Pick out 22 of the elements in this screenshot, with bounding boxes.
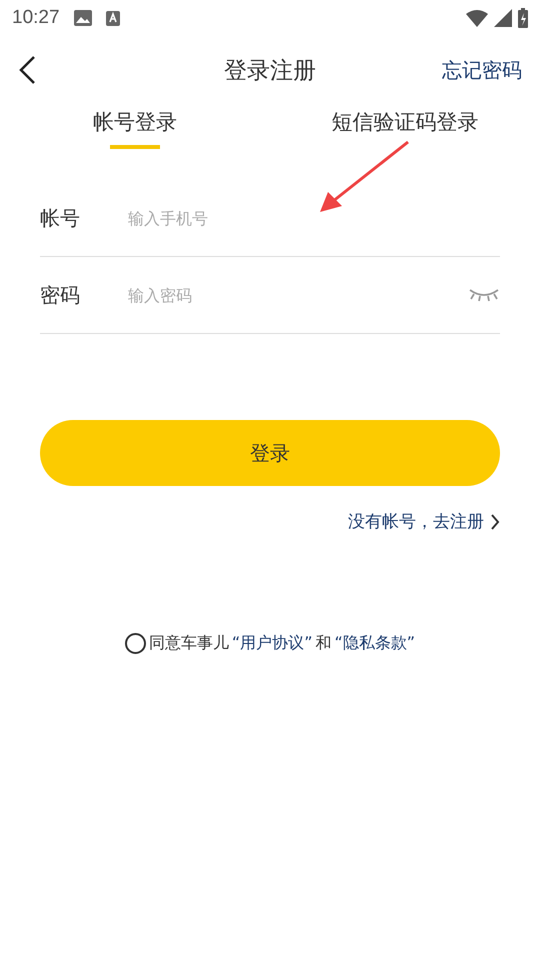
battery-icon: [518, 8, 528, 28]
conjunction-text: 和: [316, 633, 332, 654]
forgot-password-link[interactable]: 忘记密码: [442, 56, 522, 84]
user-agreement-link[interactable]: “用户协议”: [232, 633, 312, 654]
privacy-policy-link[interactable]: “隐私条款”: [334, 633, 416, 654]
login-tab[interactable]: 帐号登录: [0, 104, 270, 156]
register-link[interactable]: 没有帐号，去注册: [348, 510, 500, 533]
agreement-text: 同意车事儿: [148, 633, 229, 654]
status-time: 10:27: [12, 7, 60, 29]
login-tab[interactable]: 短信验证码登录: [270, 104, 540, 156]
back-icon[interactable]: [18, 55, 36, 85]
chevron-right-icon: [490, 512, 500, 530]
closed-eye-icon[interactable]: [468, 288, 500, 302]
image-icon: [74, 10, 92, 26]
text-icon: [106, 10, 120, 26]
agree-checkbox[interactable]: [124, 633, 146, 654]
login-button[interactable]: 登录: [40, 420, 500, 486]
page-title: 登录注册: [224, 56, 316, 86]
wifi-icon: [466, 10, 488, 26]
field-label: 帐号: [40, 204, 81, 232]
field-label: 密码: [40, 282, 81, 308]
signal-icon: [494, 9, 512, 27]
